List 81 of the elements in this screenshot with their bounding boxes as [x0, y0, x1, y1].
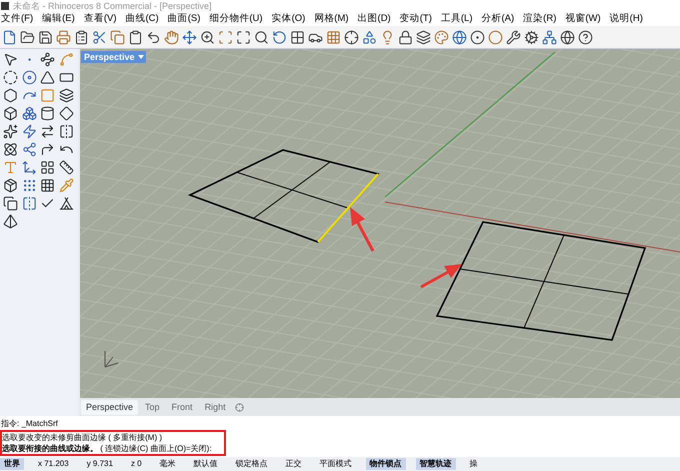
circle-icon[interactable] — [3, 70, 18, 85]
status-item[interactable]: 平面模式 — [316, 458, 356, 470]
burst-icon[interactable] — [22, 124, 36, 139]
status-item[interactable]: 世界 — [0, 458, 24, 470]
crosshair-icon[interactable] — [344, 30, 359, 44]
printer-icon[interactable] — [56, 30, 71, 44]
network-icon[interactable] — [542, 30, 557, 44]
command-line: 指令: _MatchSrf — [0, 418, 59, 430]
axis-icon — [104, 350, 118, 368]
status-item[interactable]: 物件锁点 — [366, 458, 406, 470]
clipboard-icon[interactable] — [128, 30, 143, 44]
undo-icon[interactable] — [146, 30, 161, 44]
viewport-tab[interactable]: Front — [166, 400, 198, 414]
menu-item[interactable]: 分析(A) — [482, 13, 514, 25]
polyline-icon[interactable] — [40, 52, 55, 67]
menu-item[interactable]: 细分物件(U) — [209, 13, 263, 25]
help-icon[interactable] — [578, 30, 593, 44]
add-tab-icon[interactable] — [234, 402, 244, 412]
folder-icon[interactable] — [20, 30, 35, 44]
status-item[interactable]: 智慧轨迹 — [416, 458, 456, 470]
copy-icon[interactable] — [110, 30, 125, 44]
layers-icon[interactable] — [416, 30, 431, 44]
array-icon[interactable] — [40, 160, 55, 175]
extend-icon[interactable] — [40, 124, 55, 139]
menu-item[interactable]: 渲染(R) — [523, 13, 556, 25]
scissors-icon[interactable] — [92, 30, 107, 44]
menu-item[interactable]: 网格(M) — [314, 13, 349, 25]
pyramid-icon[interactable] — [3, 214, 18, 229]
window-title: 未命名 - Rhinoceros 8 Commercial - [Perspective] — [13, 0, 212, 12]
zoom-icon[interactable] — [200, 30, 215, 44]
globe-icon[interactable] — [560, 30, 575, 44]
menu-item[interactable]: 视窗(W) — [565, 13, 601, 25]
status-item[interactable]: 操 — [466, 458, 482, 470]
command-prompt: 选取要衔接的曲线或边缘。 ( 连锁边缘(C) 曲面上(O)=关闭): — [2, 443, 213, 454]
hexagon-icon[interactable] — [3, 88, 18, 103]
four-view-icon[interactable] — [290, 30, 305, 44]
gear-icon[interactable] — [524, 30, 539, 44]
command-prompt: 选取要改变的未修剪曲面边缘 ( 多重衔接(M) ) — [2, 432, 163, 443]
menu-item[interactable]: 编辑(E) — [42, 13, 75, 25]
move-icon[interactable] — [182, 30, 197, 44]
menu-item[interactable]: 出图(D) — [358, 13, 391, 25]
lock-icon[interactable] — [398, 30, 413, 44]
arrow-drawing — [420, 264, 462, 288]
grid-array-icon[interactable] — [40, 178, 55, 193]
menu-item[interactable]: 说明(H) — [610, 13, 643, 25]
menu-item[interactable]: 文件(F) — [1, 13, 34, 25]
ruler-icon[interactable] — [58, 160, 74, 175]
grid-icon[interactable] — [326, 30, 341, 44]
arrow-drawing — [350, 207, 374, 252]
status-item[interactable]: x 71.203 — [34, 458, 73, 470]
menu-item[interactable]: 曲面(S) — [168, 13, 200, 25]
viewport-tab[interactable]: Top — [140, 400, 165, 414]
status-item[interactable]: 正交 — [282, 458, 306, 470]
menu-item[interactable]: 工具(L) — [440, 13, 472, 25]
polygon-icon[interactable] — [40, 70, 55, 85]
pointer-icon[interactable] — [3, 52, 18, 67]
new-file-icon[interactable] — [2, 30, 17, 44]
menu-item[interactable]: 变动(T) — [400, 13, 432, 25]
shapes-icon[interactable] — [362, 30, 377, 44]
viewport-tab[interactable]: Perspective — [81, 400, 138, 414]
rhino-logo-icon — [1, 2, 9, 10]
status-item[interactable]: z 0 — [126, 458, 146, 470]
cylinder-icon[interactable] — [40, 106, 55, 121]
caret-icon[interactable] — [138, 55, 144, 59]
selected-edge-line — [317, 173, 379, 243]
search-icon[interactable] — [254, 30, 269, 44]
box-icon[interactable] — [3, 106, 18, 121]
status-item[interactable]: 毫米 — [156, 458, 180, 470]
hand-icon[interactable] — [164, 30, 179, 44]
viewport-tab[interactable]: Right — [200, 400, 231, 414]
menu-item[interactable]: 实体(O) — [272, 13, 306, 25]
status-item[interactable]: y 9.731 — [82, 458, 117, 470]
menu-item[interactable]: 查看(V) — [84, 13, 116, 25]
wrench-icon[interactable] — [506, 30, 521, 44]
menu-item[interactable]: 曲线(C) — [125, 13, 159, 25]
status-item[interactable]: 默认值 — [190, 458, 222, 470]
target-icon[interactable] — [470, 30, 485, 44]
status-item[interactable]: 锁定格点 — [232, 458, 272, 470]
points-icon[interactable] — [22, 142, 36, 157]
rotate-icon[interactable] — [272, 30, 287, 44]
save-icon[interactable] — [38, 30, 53, 44]
